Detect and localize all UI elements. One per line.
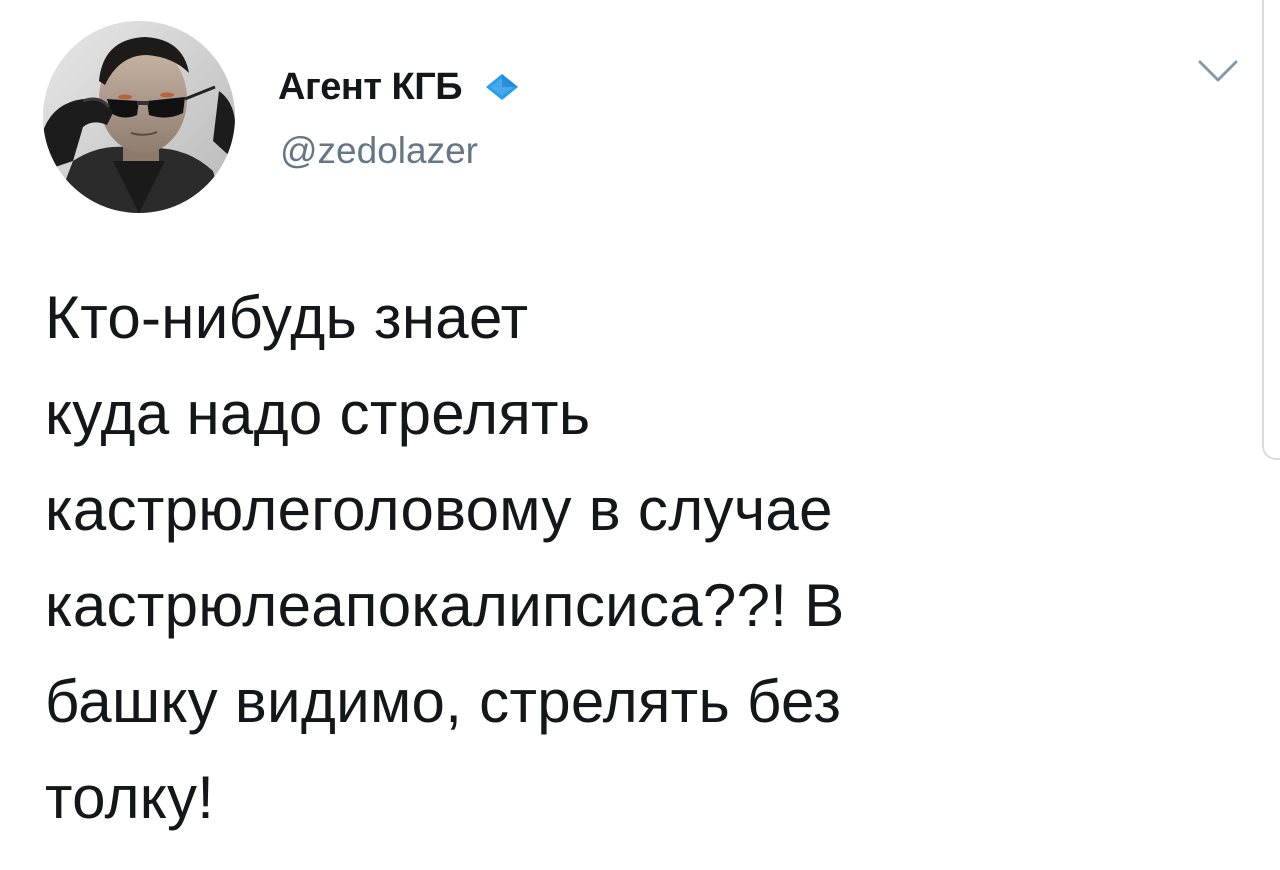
author-name-row: Агент КГБ xyxy=(278,62,520,112)
chevron-down-icon[interactable] xyxy=(1196,56,1240,86)
verified-badge-icon xyxy=(486,74,519,100)
avatar[interactable] xyxy=(43,21,235,213)
tweet-card: Агент КГБ @zedolazer Кто-нибудь знает ку… xyxy=(0,0,1280,870)
man-with-sunglasses-avatar-icon xyxy=(43,21,235,213)
author-handle[interactable]: @zedolazer xyxy=(280,130,478,172)
tweet-text: Кто-нибудь знает куда надо стрелять каст… xyxy=(45,284,845,831)
author-display-name[interactable]: Агент КГБ xyxy=(278,66,463,109)
scroll-edge xyxy=(1262,0,1280,460)
